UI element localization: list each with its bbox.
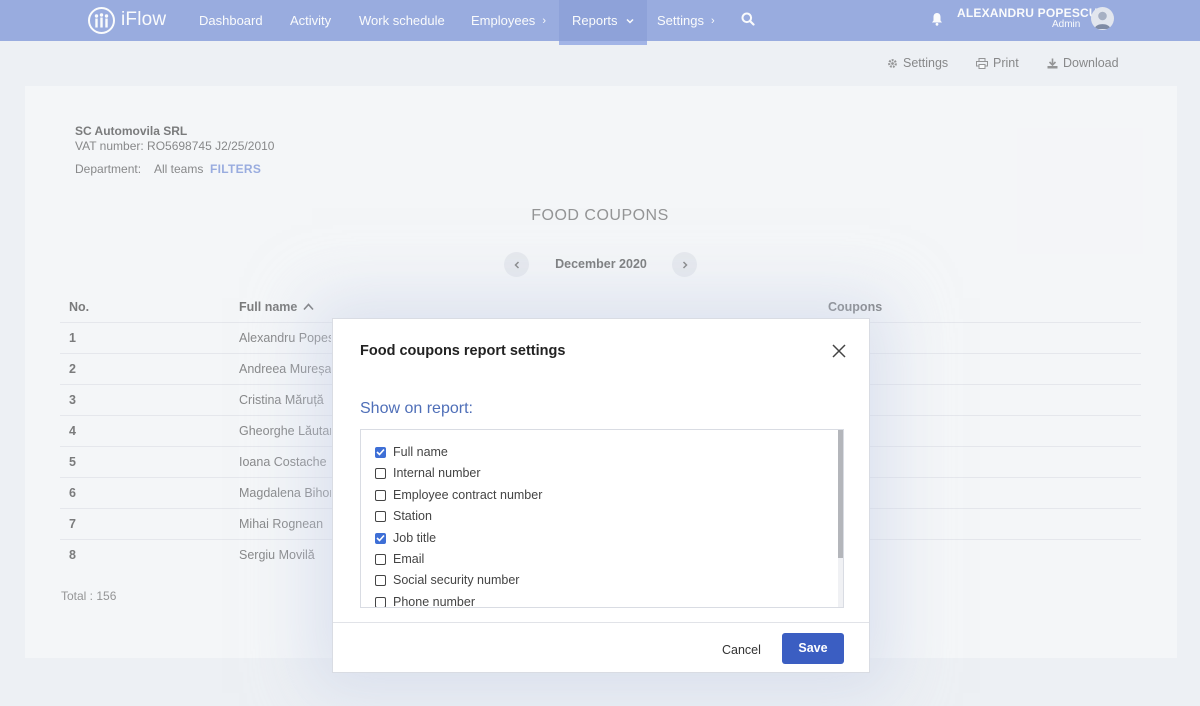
option-social-security-number[interactable]: Social security number — [375, 573, 519, 587]
checkbox[interactable] — [375, 574, 386, 586]
cancel-button[interactable]: Cancel — [722, 643, 761, 657]
checkmark-icon — [376, 534, 385, 542]
option-station[interactable]: Station — [375, 509, 432, 523]
checkmark-icon — [376, 448, 385, 456]
options-scrollbar[interactable] — [838, 430, 843, 607]
checkbox[interactable] — [375, 467, 386, 479]
checkbox-checked[interactable] — [375, 532, 386, 544]
save-button[interactable]: Save — [782, 633, 844, 664]
option-full-name[interactable]: Full name — [375, 445, 448, 459]
checkbox[interactable] — [375, 553, 386, 565]
close-icon[interactable] — [831, 343, 847, 359]
options-list[interactable]: Full name Internal number Employee contr… — [360, 429, 844, 608]
checkbox[interactable] — [375, 596, 386, 607]
option-job-title[interactable]: Job title — [375, 531, 436, 545]
option-phone-number[interactable]: Phone number — [375, 595, 475, 607]
report-settings-modal: Food coupons report settings Show on rep… — [332, 318, 870, 673]
option-employee-contract-number[interactable]: Employee contract number — [375, 488, 542, 502]
modal-footer-divider — [333, 622, 869, 623]
option-email[interactable]: Email — [375, 552, 424, 566]
show-on-report-label: Show on report: — [360, 400, 473, 417]
option-internal-number[interactable]: Internal number — [375, 466, 481, 480]
checkbox-checked[interactable] — [375, 446, 386, 458]
checkbox[interactable] — [375, 510, 386, 522]
modal-title: Food coupons report settings — [360, 343, 566, 359]
scrollbar-thumb[interactable] — [838, 430, 843, 558]
checkbox[interactable] — [375, 489, 386, 501]
